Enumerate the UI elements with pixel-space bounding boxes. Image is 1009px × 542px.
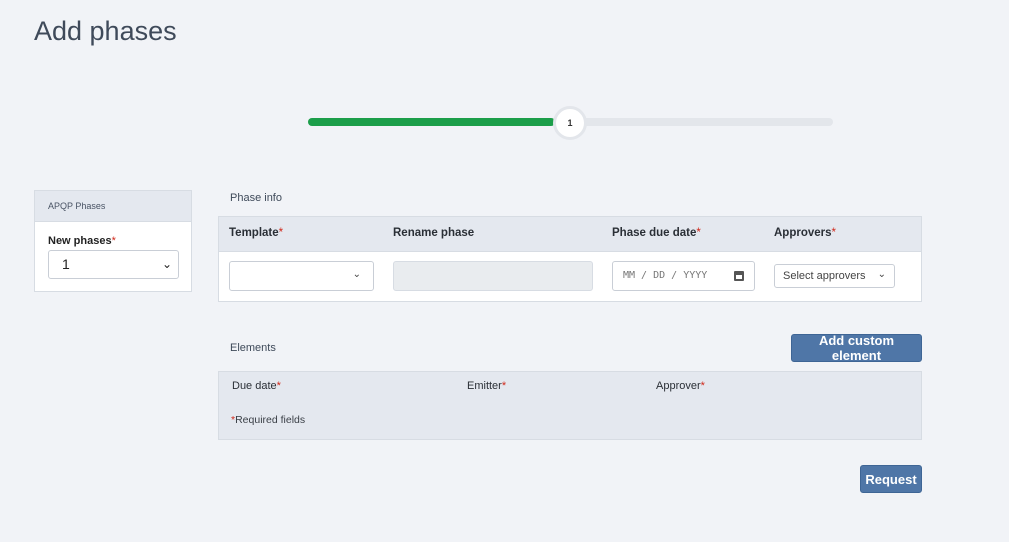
chevron-down-icon: ⌄: [877, 269, 886, 280]
apqp-phases-header: APQP Phases: [35, 191, 191, 222]
new-phases-value: 1: [62, 256, 70, 272]
calendar-icon[interactable]: [734, 271, 744, 281]
due-date-column-header: Phase due date*: [612, 227, 701, 239]
phase-info-title: Phase info: [230, 192, 282, 204]
elements-approver-header: Approver*: [656, 380, 705, 392]
required-fields-note: *Required fields: [231, 414, 306, 426]
step-indicator[interactable]: 1: [553, 106, 587, 140]
template-select[interactable]: ⌄: [229, 261, 374, 291]
elements-table: Due date* Emitter* Approver* *Required f…: [218, 371, 922, 440]
approvers-column-header: Approvers*: [774, 227, 837, 239]
chevron-down-icon: ⌄: [352, 269, 361, 280]
elements-emitter-header: Emitter*: [467, 380, 507, 392]
phase-info-header: Template* Rename phase Phase due date* A…: [219, 217, 921, 252]
add-custom-element-button[interactable]: Add custom element: [791, 333, 922, 363]
template-column-header: Template*: [229, 227, 284, 239]
date-placeholder: MM / DD / YYYY: [623, 270, 708, 281]
new-phases-label: New phases*: [48, 235, 116, 247]
phase-due-date-input[interactable]: MM / DD / YYYY: [612, 261, 755, 291]
chevron-down-icon: ⌄: [161, 257, 172, 271]
request-button[interactable]: Request: [860, 465, 922, 493]
rename-column-header: Rename phase: [393, 227, 475, 239]
apqp-phases-card: APQP Phases New phases* 1 ⌄: [34, 190, 192, 292]
rename-phase-input[interactable]: [393, 261, 593, 291]
phase-info-table: Template* Rename phase Phase due date* A…: [218, 216, 922, 302]
approvers-select[interactable]: Select approvers ⌄: [774, 264, 895, 288]
elements-title: Elements: [230, 342, 276, 354]
required-marker: *: [111, 235, 116, 247]
progress-fill: [308, 118, 555, 126]
elements-due-date-header: Due date*: [232, 380, 281, 392]
page-title: Add phases: [34, 16, 177, 46]
approvers-placeholder: Select approvers: [783, 270, 866, 282]
new-phases-select[interactable]: 1 ⌄: [48, 250, 179, 279]
